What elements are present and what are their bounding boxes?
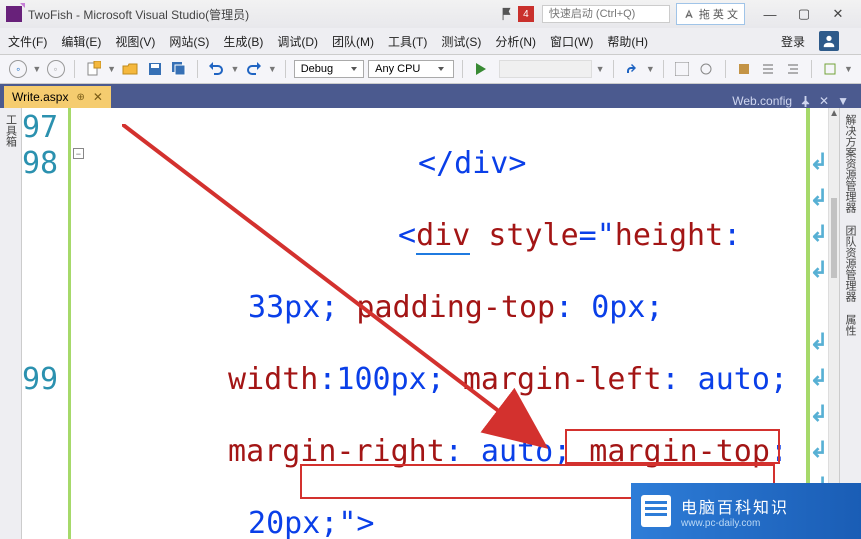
right-tool-rail: 解决方案资源管理器 团队资源管理器 属性 bbox=[839, 108, 861, 539]
browser-link-button[interactable] bbox=[622, 58, 642, 80]
menu-help[interactable]: 帮助(H) bbox=[607, 33, 648, 50]
menu-edit[interactable]: 编辑(E) bbox=[61, 33, 101, 50]
ime-label: 拖 英 文 bbox=[699, 6, 738, 22]
left-tool-rail[interactable]: 工具箱 bbox=[0, 108, 22, 539]
watermark-badge: 电脑百科知识 www.pc-daily.com bbox=[631, 483, 861, 539]
menu-team[interactable]: 团队(M) bbox=[332, 33, 374, 50]
notification-badge[interactable]: 4 bbox=[518, 6, 534, 22]
tool-btn-6[interactable] bbox=[820, 58, 840, 80]
user-avatar-icon[interactable] bbox=[819, 31, 839, 51]
tool-btn-4[interactable] bbox=[758, 58, 778, 80]
open-file-button[interactable] bbox=[120, 58, 140, 80]
menu-test[interactable]: 测试(S) bbox=[441, 33, 481, 50]
pin-icon[interactable] bbox=[800, 96, 811, 107]
menu-build[interactable]: 生成(B) bbox=[223, 33, 263, 50]
properties-tab[interactable]: 属性 bbox=[840, 308, 861, 342]
menu-website[interactable]: 网站(S) bbox=[169, 33, 209, 50]
tool-btn-5[interactable] bbox=[782, 58, 802, 80]
tab-close-icon[interactable]: ✕ bbox=[819, 94, 829, 108]
redo-button[interactable] bbox=[243, 58, 263, 80]
menu-debug[interactable]: 调试(D) bbox=[277, 33, 318, 50]
menu-view[interactable]: 视图(V) bbox=[115, 33, 155, 50]
menu-file[interactable]: 文件(F) bbox=[8, 33, 47, 50]
menu-tools[interactable]: 工具(T) bbox=[388, 33, 427, 50]
minimize-button[interactable]: — bbox=[753, 2, 787, 26]
code-editor[interactable]: 97 98 99 − </div> <div style="height: 33… bbox=[22, 108, 839, 539]
ime-indicator[interactable]: 拖 英 文 bbox=[676, 3, 745, 25]
close-button[interactable]: ✕ bbox=[821, 2, 855, 26]
new-file-button[interactable] bbox=[83, 58, 103, 80]
code-content[interactable]: </div> <div style="height: 33px; padding… bbox=[78, 108, 806, 539]
toolbar: ◦ ▼ ◦ ▼ ▼ ▼ Debug Any CPU ▼ ▼ ▼ bbox=[0, 54, 861, 84]
book-icon bbox=[641, 495, 671, 527]
vertical-scrollbar[interactable]: ▲ bbox=[828, 108, 839, 539]
menu-bar: 文件(F) 编辑(E) 视图(V) 网站(S) 生成(B) 调试(D) 团队(M… bbox=[0, 28, 861, 54]
tool-btn-3[interactable] bbox=[733, 58, 753, 80]
save-button[interactable] bbox=[144, 58, 164, 80]
vs-logo-icon bbox=[6, 6, 22, 22]
sign-in-link[interactable]: 登录 bbox=[781, 33, 805, 50]
menu-analyze[interactable]: 分析(N) bbox=[495, 33, 536, 50]
watermark-url: www.pc-daily.com bbox=[681, 518, 789, 529]
outline-margin[interactable]: − bbox=[71, 108, 78, 539]
tool-btn-1[interactable] bbox=[672, 58, 692, 80]
save-all-button[interactable] bbox=[169, 58, 189, 80]
flag-icon[interactable] bbox=[500, 7, 514, 21]
tool-btn-2[interactable] bbox=[696, 58, 716, 80]
scroll-up-icon[interactable]: ▲ bbox=[829, 108, 839, 124]
title-bar: TwoFish - Microsoft Visual Studio(管理员) 4… bbox=[0, 0, 861, 28]
watermark-text: 电脑百科知识 bbox=[681, 494, 789, 518]
document-tab-strip: Write.aspx ⊕ ✕ Web.config ✕ ▼ bbox=[0, 84, 861, 108]
scroll-thumb[interactable] bbox=[831, 198, 837, 278]
line-number-gutter: 97 98 99 bbox=[22, 108, 68, 539]
nav-forward-button[interactable]: ◦ bbox=[45, 58, 65, 80]
nav-back-button[interactable]: ◦ bbox=[8, 58, 28, 80]
window-title: TwoFish - Microsoft Visual Studio(管理员) bbox=[28, 6, 249, 23]
platform-dropdown[interactable]: Any CPU bbox=[368, 60, 454, 78]
word-wrap-column: ↲ ↲ ↲ ↲ ↲ ↲ ↲ ↲ ↲ bbox=[810, 108, 828, 539]
start-debug-button[interactable] bbox=[471, 58, 491, 80]
team-explorer-tab[interactable]: 团队资源管理器 bbox=[840, 219, 861, 308]
active-document-tab[interactable]: Write.aspx ⊕ ✕ bbox=[4, 86, 111, 108]
tab-overflow-icon[interactable]: ▼ bbox=[837, 94, 849, 108]
solution-explorer-tab[interactable]: 解决方案资源管理器 bbox=[840, 108, 861, 219]
inactive-tab-label[interactable]: Web.config bbox=[732, 94, 792, 108]
menu-window[interactable]: 窗口(W) bbox=[550, 33, 593, 50]
tab-label: Write.aspx bbox=[12, 90, 68, 104]
editor-area: 工具箱 97 98 99 − </div> <div style="height… bbox=[0, 108, 861, 539]
undo-button[interactable] bbox=[206, 58, 226, 80]
quick-launch-input[interactable] bbox=[542, 5, 670, 23]
start-target-dropdown[interactable] bbox=[499, 60, 591, 78]
solution-config-dropdown[interactable]: Debug bbox=[294, 60, 364, 78]
pin-icon[interactable]: ⊕ bbox=[76, 92, 84, 103]
tab-close-icon[interactable]: ✕ bbox=[93, 90, 103, 104]
maximize-button[interactable]: ▢ bbox=[787, 2, 821, 26]
